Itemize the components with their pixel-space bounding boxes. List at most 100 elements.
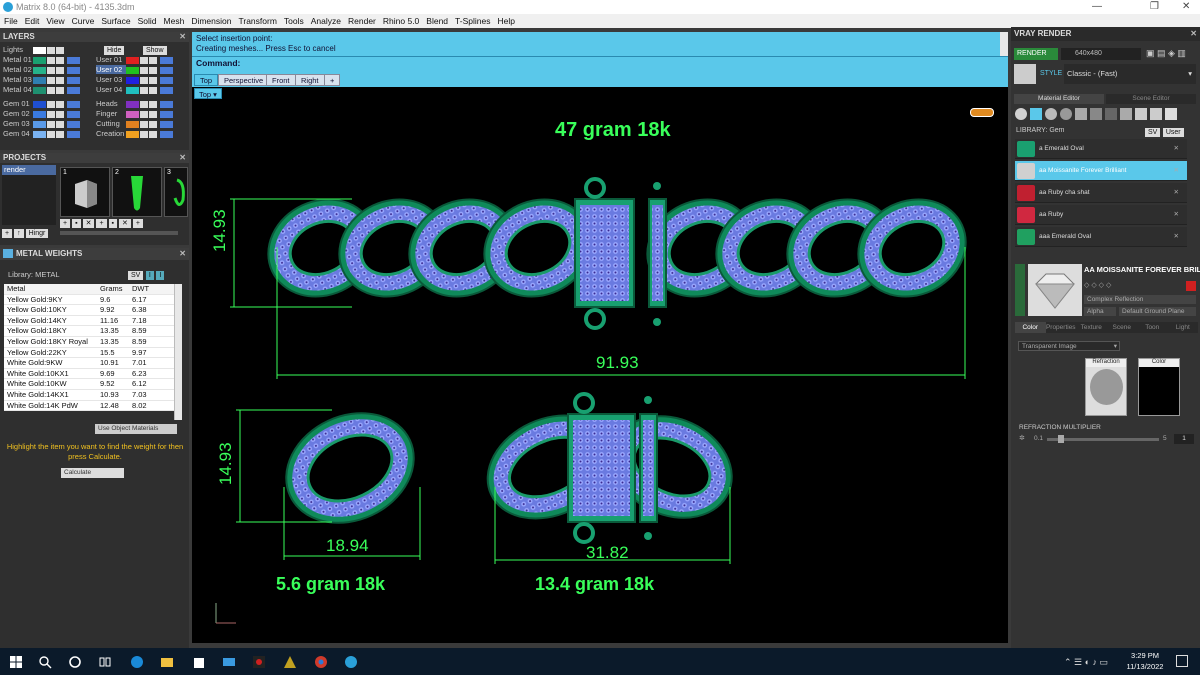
- material-swatch[interactable]: [67, 100, 80, 108]
- hide-button[interactable]: Hide: [104, 46, 125, 55]
- add-button[interactable]: +: [60, 219, 71, 228]
- table-row[interactable]: Yellow Gold:10KY 9.92 6.38: [4, 305, 182, 316]
- layer-icon[interactable]: [1105, 108, 1117, 120]
- material-swatch[interactable]: [67, 120, 80, 128]
- table-scrollbar[interactable]: [174, 284, 182, 420]
- material-swatch[interactable]: [67, 86, 80, 94]
- tab-scene[interactable]: Scene: [1106, 322, 1137, 333]
- layer-name[interactable]: Creation: [96, 129, 126, 138]
- lock-icon[interactable]: [140, 76, 148, 84]
- layer-color-swatch[interactable]: [126, 76, 139, 84]
- lock-icon[interactable]: [140, 86, 148, 94]
- material-item[interactable]: aaa Emerald Oval ✕: [1015, 227, 1187, 247]
- close-icon[interactable]: ✕: [179, 32, 186, 42]
- menu-dimension[interactable]: Dimension: [191, 14, 231, 28]
- orientation-icon[interactable]: [970, 108, 994, 117]
- lock-icon[interactable]: [140, 56, 148, 64]
- lock-icon[interactable]: [47, 110, 55, 118]
- layer-color-swatch[interactable]: [33, 130, 46, 138]
- slider-knob[interactable]: [1058, 435, 1065, 443]
- lock-icon[interactable]: [47, 86, 55, 94]
- layer-row[interactable]: Metal 04: [3, 85, 80, 94]
- visibility-icon[interactable]: [149, 110, 157, 118]
- system-tray-icons[interactable]: ⌃ ☰ ◐ ♪ ▭: [1064, 657, 1108, 668]
- layer-color-swatch[interactable]: [126, 56, 139, 64]
- layer-name[interactable]: User 02: [96, 65, 126, 74]
- viewport-top[interactable]: 47 gram 18k 91.93 14.93 14.93 18.94 31.8…: [192, 87, 1008, 643]
- column-header[interactable]: Metal: [4, 284, 98, 294]
- lock-icon[interactable]: [47, 100, 55, 108]
- add-button[interactable]: +: [96, 219, 107, 228]
- layer-row[interactable]: User 01: [96, 55, 173, 64]
- layer-row[interactable]: Gem 04: [3, 129, 80, 138]
- delete-button[interactable]: ✕: [82, 219, 95, 228]
- visibility-icon[interactable]: [56, 130, 64, 138]
- close-icon[interactable]: ✕: [1174, 227, 1179, 247]
- layer-color-swatch[interactable]: [33, 66, 46, 74]
- close-icon[interactable]: ✕: [179, 153, 186, 163]
- table-row[interactable]: White Gold:10KW 9.52 6.12: [4, 379, 182, 390]
- close-icon[interactable]: ✕: [1174, 139, 1179, 159]
- lock-icon[interactable]: [140, 130, 148, 138]
- user-button[interactable]: User: [1162, 128, 1184, 137]
- tab-top[interactable]: Top: [194, 74, 219, 86]
- layer-name[interactable]: Gem 04: [3, 129, 33, 138]
- table-row[interactable]: Yellow Gold:14KY 11.16 7.18: [4, 316, 182, 327]
- table-row[interactable]: Yellow Gold:18KY Royal 13.35 8.59: [4, 337, 182, 348]
- material-tools[interactable]: ◇ ◇ ◇ ◇: [1084, 281, 1111, 289]
- layer-row[interactable]: Finger: [96, 109, 173, 118]
- layer-row[interactable]: User 04: [96, 85, 173, 94]
- tab-toon[interactable]: Toon: [1137, 322, 1168, 333]
- layer-row[interactable]: Metal 03: [3, 75, 80, 84]
- layer-color-swatch[interactable]: [33, 100, 46, 108]
- layer-row[interactable]: Gem 03: [3, 119, 80, 128]
- refresh-icon[interactable]: [1186, 281, 1196, 291]
- menu-view[interactable]: View: [46, 14, 64, 28]
- layer-row[interactable]: User 02: [96, 65, 173, 74]
- store-icon[interactable]: [192, 655, 206, 669]
- layer-color-swatch[interactable]: [126, 86, 139, 94]
- tab-color[interactable]: Color: [1015, 322, 1046, 333]
- material-swatch[interactable]: [67, 56, 80, 64]
- menu-surface[interactable]: Surface: [101, 14, 130, 28]
- resolution-field[interactable]: 640x480: [1061, 48, 1141, 60]
- visibility-icon[interactable]: [56, 46, 64, 54]
- column-header[interactable]: Grams: [98, 284, 130, 294]
- mail-icon[interactable]: [222, 655, 236, 669]
- show-button[interactable]: Show: [143, 46, 167, 55]
- tab-add[interactable]: +: [324, 74, 341, 86]
- menu-t-splines[interactable]: T-Splines: [455, 14, 490, 28]
- sphere-icon[interactable]: [1060, 108, 1072, 120]
- tab-texture[interactable]: Texture: [1076, 322, 1107, 333]
- texture-icon[interactable]: [1075, 108, 1087, 120]
- column-header[interactable]: DWT: [130, 284, 170, 294]
- layer-row[interactable]: Metal 01: [3, 55, 80, 64]
- visibility-icon[interactable]: [149, 100, 157, 108]
- table-row[interactable]: Yellow Gold:22KY 15.5 9.97: [4, 348, 182, 359]
- table-row[interactable]: White Gold:14K PdW 12.48 8.02: [4, 401, 182, 412]
- material-swatch[interactable]: [160, 56, 173, 64]
- tab-right[interactable]: Right: [295, 74, 325, 86]
- lock-icon[interactable]: [140, 100, 148, 108]
- tab-material-editor[interactable]: Material Editor: [1014, 94, 1104, 104]
- visibility-icon[interactable]: [56, 100, 64, 108]
- material-swatch[interactable]: [67, 66, 80, 74]
- library-button[interactable]: I: [145, 271, 154, 280]
- material-swatch[interactable]: [67, 110, 80, 118]
- clock[interactable]: 3:29 PM 11/13/2022: [1126, 651, 1164, 671]
- table-row[interactable]: White Gold:9KW 10.91 7.01: [4, 358, 182, 369]
- layer-name[interactable]: User 03: [96, 75, 126, 84]
- material-swatch[interactable]: [67, 130, 80, 138]
- visibility-icon[interactable]: [56, 56, 64, 64]
- search-icon[interactable]: [38, 655, 52, 669]
- layer-color-swatch[interactable]: [126, 130, 139, 138]
- layer-name[interactable]: User 01: [96, 55, 126, 64]
- layer-name[interactable]: Metal 04: [3, 85, 33, 94]
- chrome-icon[interactable]: [314, 655, 328, 669]
- visibility-icon[interactable]: [56, 86, 64, 94]
- close-button[interactable]: ✕: [1182, 0, 1190, 14]
- cortana-icon[interactable]: [68, 655, 82, 669]
- visibility-icon[interactable]: [56, 66, 64, 74]
- lock-icon[interactable]: [47, 56, 55, 64]
- calculate-button[interactable]: Calculate: [61, 468, 124, 478]
